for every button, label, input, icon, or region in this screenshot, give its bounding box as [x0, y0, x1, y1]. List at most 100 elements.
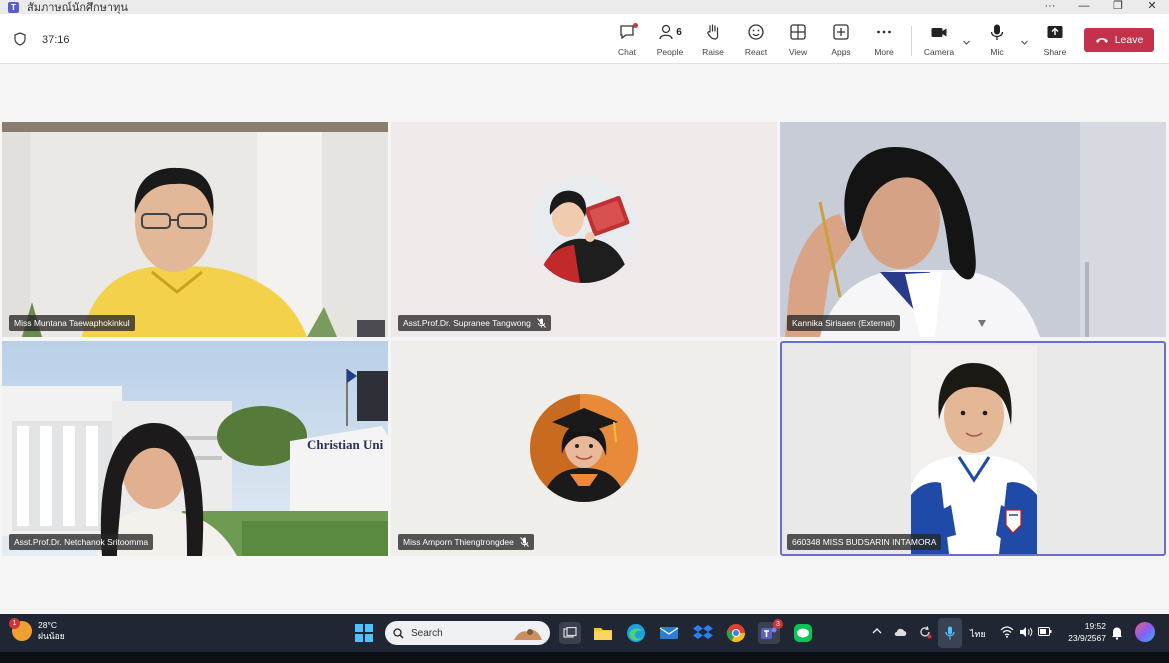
participant-avatar-2 [530, 175, 638, 283]
share-button[interactable]: Share [1035, 22, 1075, 60]
clock-date: 23/9/2567 [1068, 633, 1106, 643]
grid-view-icon [790, 24, 806, 40]
react-button[interactable]: React [736, 22, 776, 60]
meeting-timer: 37:16 [42, 34, 70, 46]
participant-avatar-5 [530, 394, 638, 502]
participant-name: Kannika Sirisaen (External) [792, 318, 895, 328]
volume-icon[interactable] [1019, 626, 1033, 638]
search-placeholder: Search [411, 627, 443, 639]
file-explorer-icon[interactable] [592, 622, 614, 644]
smiley-icon [748, 24, 764, 40]
participant-name: 660348 MISS BUDSARIN INTAMORA [792, 537, 937, 547]
people-button[interactable]: 6 People [650, 22, 690, 60]
mic-label: Mic [990, 47, 1004, 57]
more-button[interactable]: More [864, 22, 904, 60]
edge-browser-icon[interactable] [625, 622, 647, 644]
video-tile-5[interactable]: Miss Amporn Thiengtrongdee [391, 341, 777, 556]
raise-hand-icon [707, 24, 719, 40]
system-clock[interactable]: 19:52 23/9/2567 [1062, 620, 1106, 644]
participant-video-1 [2, 122, 388, 337]
raise-hand-button[interactable]: Raise [693, 22, 733, 60]
weather-desc: ฝนน้อย [38, 631, 65, 641]
participant-name-label: Asst.Prof.Dr. Netchanok Sritoomma [9, 534, 154, 550]
react-label: React [744, 47, 768, 57]
weather-temp: 28°C [38, 620, 57, 630]
participant-name: Miss Amporn Thiengtrongdee [403, 537, 514, 547]
participant-name: Asst.Prof.Dr. Netchanok Sritoomma [14, 537, 149, 547]
task-view-icon[interactable] [559, 622, 581, 644]
minimize-button[interactable]: — [1067, 0, 1101, 14]
mic-muted-icon [520, 537, 529, 547]
copilot-icon[interactable] [1135, 622, 1155, 642]
participant-name: Asst.Prof.Dr. Supranee Tangwong [403, 318, 531, 328]
video-tile-1[interactable]: Miss Muntana Taewaphokinkul [2, 122, 388, 337]
taskbar-search-box[interactable]: Search [385, 621, 550, 645]
video-tile-4[interactable]: Christian Uni Asst.Prof.Dr. Netchanok Sr… [2, 341, 388, 556]
notification-bell-icon[interactable] [1111, 626, 1123, 640]
people-icon [659, 24, 673, 40]
leave-button[interactable]: Leave [1084, 28, 1154, 52]
background-building-sign: Christian Uni [307, 437, 384, 452]
apps-button[interactable]: Apps [821, 22, 861, 60]
video-tile-6-active-speaker[interactable]: 660348 MISS BUDSARIN INTAMORA [780, 341, 1166, 556]
camera-options-chevron-down-icon[interactable] [962, 38, 971, 47]
close-window-button[interactable]: ✕ [1135, 0, 1169, 14]
meeting-toolbar: 37:16 Chat 6 People Raise React View App… [0, 14, 1169, 64]
search-highlight-icon [514, 629, 542, 640]
show-hidden-icons-chevron-up-icon[interactable] [872, 627, 882, 635]
participant-name-label: Kannika Sirisaen (External) [787, 315, 900, 331]
video-tile-3[interactable]: Kannika Sirisaen (External) [780, 122, 1166, 337]
dropbox-icon[interactable] [692, 622, 714, 644]
participant-name-label: 660348 MISS BUDSARIN INTAMORA [787, 534, 942, 550]
more-dots-icon [877, 30, 891, 34]
microphone-icon [990, 24, 1004, 40]
shield-icon [14, 32, 26, 46]
add-apps-icon [833, 24, 849, 40]
mic-button[interactable]: Mic [977, 22, 1017, 60]
mic-options-chevron-down-icon[interactable] [1020, 38, 1029, 47]
share-screen-icon [1047, 26, 1063, 38]
camera-label: Camera [923, 47, 955, 57]
leave-label: Leave [1114, 34, 1144, 46]
search-icon [393, 627, 404, 638]
clock-time: 19:52 [1084, 621, 1106, 631]
view-label: View [788, 47, 808, 57]
participant-video-3 [780, 122, 1166, 337]
more-window-options-button[interactable]: ··· [1033, 0, 1067, 14]
window-controls: ··· — ❐ ✕ [1033, 0, 1169, 14]
refresh-sync-icon[interactable] [918, 625, 932, 639]
participant-name-label: Miss Amporn Thiengtrongdee [398, 534, 534, 550]
raise-label: Raise [702, 47, 724, 57]
more-label: More [874, 47, 894, 57]
view-button[interactable]: View [778, 22, 818, 60]
window-titlebar: T สัมภาษณ์นักศึกษาทุน ··· — ❐ ✕ [0, 0, 1169, 14]
screen-bottom-edge [0, 652, 1169, 663]
line-app-icon[interactable] [792, 622, 814, 644]
restore-button[interactable]: ❐ [1101, 0, 1135, 14]
wifi-icon[interactable] [1000, 626, 1014, 638]
participant-name: Miss Muntana Taewaphokinkul [14, 318, 130, 328]
toolbar-divider [911, 26, 912, 56]
cloud-sync-icon[interactable] [894, 626, 908, 638]
weather-icon: 1 [9, 618, 32, 641]
chat-label: Chat [618, 47, 636, 57]
tray-microphone-in-use[interactable] [938, 618, 962, 648]
apps-label: Apps [831, 47, 851, 57]
chat-button[interactable]: Chat [607, 22, 647, 60]
participant-video-4: Christian Uni [2, 341, 388, 556]
windows-taskbar: 1 28°C ฝนน้อย Search 3 ไทย 19:52 23/9/25… [0, 614, 1169, 652]
people-label: People [656, 47, 684, 57]
battery-icon[interactable] [1038, 627, 1052, 636]
participant-video-6 [911, 345, 1037, 554]
start-windows-icon[interactable] [355, 624, 373, 642]
input-language-indicator[interactable]: ไทย [970, 627, 986, 641]
people-count: 6 [676, 26, 682, 38]
participant-name-label: Miss Muntana Taewaphokinkul [9, 315, 135, 331]
teams-taskbar-icon[interactable]: 3 [758, 619, 783, 644]
weather-widget[interactable]: 1 28°C ฝนน้อย [9, 618, 65, 642]
mail-icon[interactable] [658, 622, 680, 644]
video-tile-2[interactable]: Asst.Prof.Dr. Supranee Tangwong [391, 122, 777, 337]
camera-icon [931, 28, 947, 37]
camera-button[interactable]: Camera [919, 22, 959, 60]
chrome-icon[interactable] [725, 622, 747, 644]
